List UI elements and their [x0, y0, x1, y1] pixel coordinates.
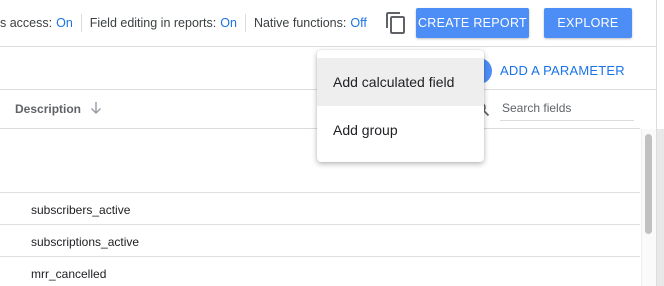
setting-field-editing[interactable]: Field editing in reports: On [90, 16, 237, 30]
setting-label: Native functions: [253, 16, 347, 30]
create-report-button[interactable]: CREATE REPORT [416, 8, 529, 38]
table-row[interactable]: mrr_cancelled [0, 257, 640, 286]
menu-item-add-group[interactable]: Add group [317, 106, 484, 154]
setting-value[interactable]: Off [350, 16, 366, 30]
table-row[interactable]: subscriptions_active [0, 225, 640, 257]
explore-button[interactable]: EXPLORE [544, 8, 632, 38]
menu-item-label: Add calculated field [333, 74, 455, 90]
add-parameter-button[interactable]: ADD A PARAMETER [500, 63, 625, 78]
top-toolbar: s access: On Field editing in reports: O… [0, 0, 664, 47]
description-cell: subscribers_active [31, 203, 131, 217]
description-cell: mrr_cancelled [31, 267, 107, 281]
setting-value[interactable]: On [56, 16, 73, 30]
setting-label: Field editing in reports: [89, 16, 217, 30]
menu-item-add-calculated-field[interactable]: Add calculated field [317, 58, 484, 106]
table-row[interactable]: subscribers_active [0, 193, 640, 225]
setting-value[interactable]: On [220, 16, 237, 30]
search-fields-input[interactable] [500, 96, 634, 121]
setting-credentials-access[interactable]: s access: On [0, 16, 73, 30]
column-header-description[interactable]: Description [15, 102, 81, 116]
divider [244, 14, 246, 32]
setting-native-functions[interactable]: Native functions: Off [254, 16, 367, 30]
add-field-menu: Add calculated field Add group [317, 50, 484, 162]
arrow-down-icon[interactable] [88, 100, 104, 116]
scrollbar-thumb[interactable] [645, 134, 652, 234]
copy-icon[interactable] [384, 11, 408, 35]
data-source-editor: s access: On Field editing in reports: O… [0, 0, 664, 286]
divider [80, 14, 82, 32]
menu-item-label: Add group [333, 122, 398, 138]
settings-bar: s access: On Field editing in reports: O… [0, 14, 367, 32]
setting-label: s access: [0, 16, 53, 30]
right-panel-edge-lower [656, 129, 664, 286]
description-cell: subscriptions_active [31, 235, 140, 249]
